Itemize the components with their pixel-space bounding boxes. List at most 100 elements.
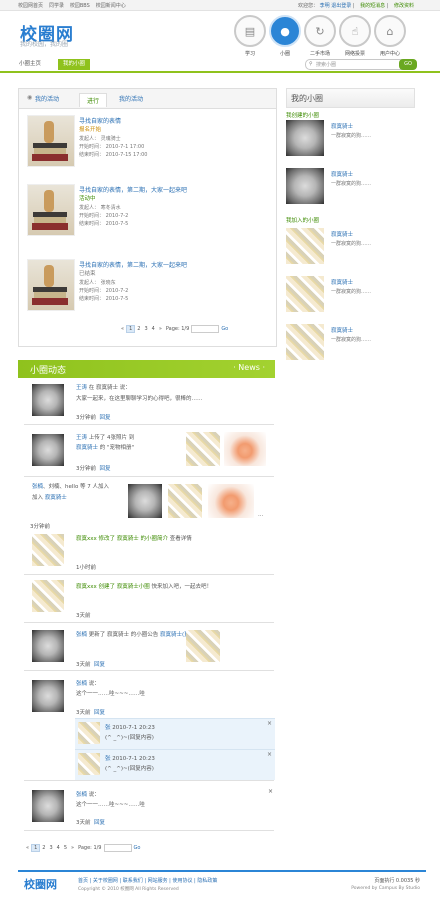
pager-prev[interactable]: «: [119, 326, 126, 332]
tab-my-activities[interactable]: 我的活动: [119, 94, 143, 103]
pager-page[interactable]: 4: [150, 326, 157, 332]
feed-time: 3天前: [76, 710, 91, 716]
feed-user[interactable]: 王涛: [76, 435, 87, 441]
avatar[interactable]: [32, 790, 64, 822]
feed-item: 王涛 在 寂寞骑士 说： 大家一起来，在这里聊聊学习的心得吧，很棒的…… 3分钟…: [24, 380, 274, 425]
reply-user[interactable]: 张: [105, 725, 111, 731]
footer-exec-time: 页面执行 0.0035 秒: [374, 878, 420, 884]
pager-page[interactable]: 2: [40, 845, 47, 851]
news-more-link[interactable]: · News ·: [233, 363, 265, 372]
top-link-classmates[interactable]: 同学录: [49, 3, 64, 9]
nav-label: 小圈: [279, 51, 290, 57]
photo-thumb[interactable]: [168, 484, 202, 518]
feed-content: 这个一一……哇~~~……哇: [76, 802, 145, 808]
close-icon[interactable]: ×: [267, 751, 272, 758]
reply-link[interactable]: 回复: [100, 466, 111, 472]
reply-link[interactable]: 回复: [94, 662, 105, 668]
welcome-text: 欢迎您：: [297, 3, 318, 9]
avatar[interactable]: [32, 580, 64, 612]
photo-thumb[interactable]: [128, 484, 162, 518]
search-input[interactable]: 搜索小圈: [316, 61, 336, 68]
activity-title[interactable]: 寻找自家的表情: [79, 116, 121, 125]
close-icon[interactable]: ×: [268, 788, 273, 795]
activity-image[interactable]: [27, 184, 75, 236]
feed-user[interactable]: 张楠: [76, 681, 87, 687]
top-link-news[interactable]: 校园新闻中心: [96, 3, 126, 9]
footer-logo[interactable]: 校圈网: [24, 876, 57, 892]
top-link-home[interactable]: 校园网首页: [18, 3, 43, 9]
circle-name[interactable]: 寂寞骑士: [331, 170, 353, 178]
photo-thumb[interactable]: [208, 484, 254, 518]
pager-page[interactable]: 5: [62, 845, 69, 851]
reply-user[interactable]: 张: [105, 756, 111, 762]
circle-name[interactable]: 寂寞骑士: [331, 278, 353, 286]
circle-name[interactable]: 寂寞骑士: [331, 122, 353, 130]
tab-ongoing[interactable]: 进行: [79, 93, 108, 107]
pager-page[interactable]: 4: [55, 845, 62, 851]
pager-page[interactable]: 3: [142, 326, 149, 332]
my-circles-header: 我的小圈: [286, 88, 415, 108]
pager-go-button[interactable]: Go: [219, 326, 230, 332]
tab-my-circle[interactable]: 我的小圈: [58, 59, 91, 70]
footer-links[interactable]: 首页 | 关于校圈网 | 联系我们 | 网站服务 | 使用协议 | 隐私政策: [78, 877, 217, 884]
messages-link[interactable]: 我的短消息: [360, 3, 385, 9]
avatar[interactable]: [32, 384, 64, 416]
circle-image[interactable]: [286, 228, 324, 264]
photo-thumb[interactable]: [186, 630, 220, 662]
pager-go-button[interactable]: Go: [132, 845, 143, 851]
feed-action: 的 "宠物相册": [99, 445, 135, 451]
pager-page[interactable]: 3: [47, 845, 54, 851]
nav-market[interactable]: ↻ 二手市场: [300, 15, 340, 57]
logout-link[interactable]: 退出登录: [331, 3, 351, 9]
avatar[interactable]: [32, 434, 64, 466]
pager-page[interactable]: 1: [31, 844, 41, 852]
username-link[interactable]: 李明: [320, 3, 330, 9]
feed-user[interactable]: 张楠: [32, 484, 43, 490]
feed-user[interactable]: 张楠: [76, 632, 87, 638]
pager-page[interactable]: 2: [135, 326, 142, 332]
photo-thumb[interactable]: [224, 432, 266, 466]
edit-profile-link[interactable]: 修改资料: [394, 3, 414, 9]
activity-title[interactable]: 寻找自家的表情，第二期，大家一起来吧: [79, 185, 187, 194]
close-icon[interactable]: ×: [267, 720, 272, 727]
nav-circle[interactable]: ● 小圈: [265, 15, 305, 57]
avatar[interactable]: [32, 534, 64, 566]
nav-vote[interactable]: ☝ 网络投票: [335, 15, 375, 57]
nav-user-center[interactable]: ⌂ 用户中心: [370, 15, 410, 57]
circle-name[interactable]: 寂寞骑士: [331, 230, 353, 238]
pager-page[interactable]: 1: [126, 325, 136, 333]
reply-link[interactable]: 回复: [94, 710, 105, 716]
feed-group[interactable]: 寂寞骑士: [76, 445, 98, 451]
reply-avatar[interactable]: [78, 753, 100, 775]
circle-image[interactable]: [286, 168, 324, 204]
reply-link[interactable]: 回复: [94, 820, 105, 826]
feed-user[interactable]: 张楠: [76, 792, 87, 798]
avatar[interactable]: [32, 630, 64, 662]
nav-study[interactable]: ▤ 学习: [230, 15, 270, 57]
activity-image[interactable]: [27, 259, 75, 311]
pager-prev[interactable]: «: [24, 845, 31, 851]
avatar[interactable]: [32, 680, 64, 712]
circle-name[interactable]: 寂寞骑士: [331, 326, 353, 334]
more-photos[interactable]: ...: [258, 512, 263, 518]
tab-circle-home[interactable]: 小圈主页: [14, 59, 46, 70]
pager-next[interactable]: »: [157, 326, 164, 332]
pager-next[interactable]: »: [69, 845, 76, 851]
feed-user[interactable]: 王涛: [76, 385, 87, 391]
pager-input[interactable]: [191, 325, 220, 333]
reply-item: 张 2010-7-1 20:23 (^ _^)~(回复内容) ×: [75, 718, 275, 749]
photo-thumb[interactable]: [186, 432, 220, 466]
feed-detail[interactable]: 查看详情: [170, 536, 192, 542]
circle-image[interactable]: [286, 276, 324, 312]
activity-title[interactable]: 寻找自家的表情，第二期，大家一起来吧: [79, 260, 187, 269]
activity-item: 寻找自家的表情 报名开始 发起人： 灵魂骑士 开始时间： 2010-7-1 17…: [27, 115, 267, 185]
pager-input[interactable]: [103, 844, 132, 852]
search-go-button[interactable]: GO: [399, 59, 417, 70]
top-link-bbs[interactable]: 校园BBS: [70, 3, 90, 9]
circle-image[interactable]: [286, 120, 324, 156]
feed-group[interactable]: 寂寞骑士: [45, 495, 67, 501]
circle-image[interactable]: [286, 324, 324, 360]
activity-image[interactable]: [27, 115, 75, 167]
reply-avatar[interactable]: [78, 722, 100, 744]
reply-link[interactable]: 回复: [100, 415, 111, 421]
